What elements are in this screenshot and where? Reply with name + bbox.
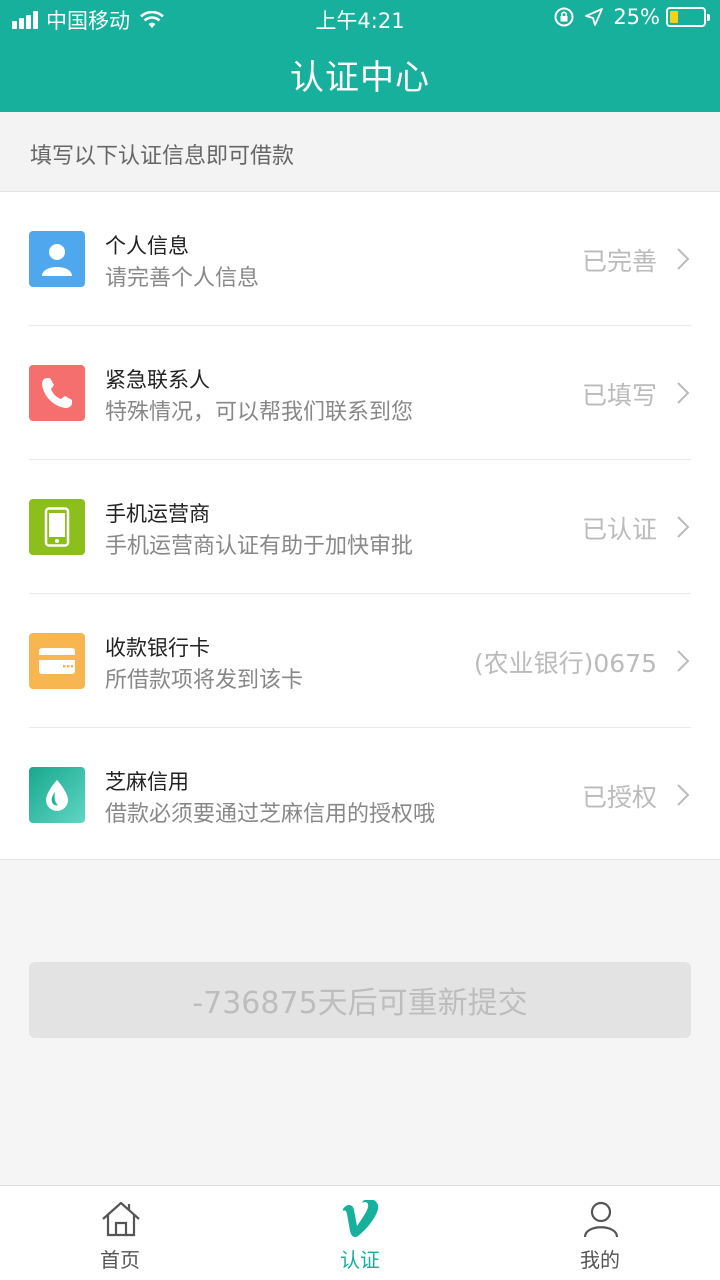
page-title: 认证中心 [290,58,430,98]
subheader-text: 填写以下认证信息即可借款 [30,144,295,169]
item-title: 手机运营商 [105,502,210,526]
item-status: 已认证 [581,515,657,544]
item-title: 个人信息 [105,234,189,258]
list-item-sesame-credit[interactable]: 芝麻信用 借款必须要通过芝麻信用的授权哦 已授权 [0,728,720,862]
verify-v-icon [343,1200,379,1238]
chevron-right-icon [677,516,690,538]
tab-verify[interactable]: 认证 [290,1186,430,1280]
rotation-lock-icon [554,7,574,27]
tab-label: 我的 [580,1248,620,1272]
verification-list: 个人信息 请完善个人信息 已完善 紧急联系人 特殊情况，可以帮我们联系到您 已填… [0,192,720,860]
item-desc: 手机运营商认证有助于加快审批 [105,534,414,559]
location-arrow-icon [585,8,604,26]
item-title: 收款银行卡 [105,636,210,660]
item-status: 已填写 [581,381,657,410]
tab-mine[interactable]: 我的 [530,1186,670,1280]
chevron-right-icon [677,784,690,806]
person-icon [29,231,85,287]
tab-home[interactable]: 首页 [50,1186,190,1280]
battery-percent: 25% [613,5,660,29]
item-status: 已授权 [581,783,657,812]
tab-label: 首页 [100,1248,140,1272]
subheader: 填写以下认证信息即可借款 [0,112,720,192]
item-status: (农业银行)0675 [473,649,657,678]
list-item-emergency-contact[interactable]: 紧急联系人 特殊情况，可以帮我们联系到您 已填写 [0,326,720,460]
top-bar: 中国移动 上午4:21 25% 认证中心 [0,0,720,112]
item-status: 已完善 [581,247,657,276]
item-desc: 借款必须要通过芝麻信用的授权哦 [105,802,436,827]
list-item-personal-info[interactable]: 个人信息 请完善个人信息 已完善 [0,192,720,326]
chevron-right-icon [677,248,690,270]
item-desc: 所借款项将发到该卡 [105,668,304,693]
user-icon [583,1201,619,1238]
status-bar: 中国移动 上午4:21 25% [0,0,720,36]
list-item-bank-card[interactable]: 收款银行卡 所借款项将发到该卡 (农业银行)0675 [0,594,720,728]
item-title: 芝麻信用 [105,770,189,794]
bank-card-icon [29,633,85,689]
battery-level [670,11,678,23]
tab-bar: 首页 认证 我的 [0,1185,720,1280]
tab-label: 认证 [340,1248,380,1272]
item-desc: 请完善个人信息 [105,266,260,291]
sesame-credit-icon [29,767,85,823]
phone-icon [29,365,85,421]
battery-icon [666,7,710,27]
chevron-right-icon [677,382,690,404]
mobile-icon [29,499,85,555]
home-icon [102,1201,140,1237]
item-desc: 特殊情况，可以帮我们联系到您 [105,400,414,425]
item-title: 紧急联系人 [105,368,210,392]
list-item-mobile-carrier[interactable]: 手机运营商 手机运营商认证有助于加快审批 已认证 [0,460,720,594]
resubmit-button[interactable]: -736875天后可重新提交 [29,962,691,1038]
chevron-right-icon [677,650,690,672]
